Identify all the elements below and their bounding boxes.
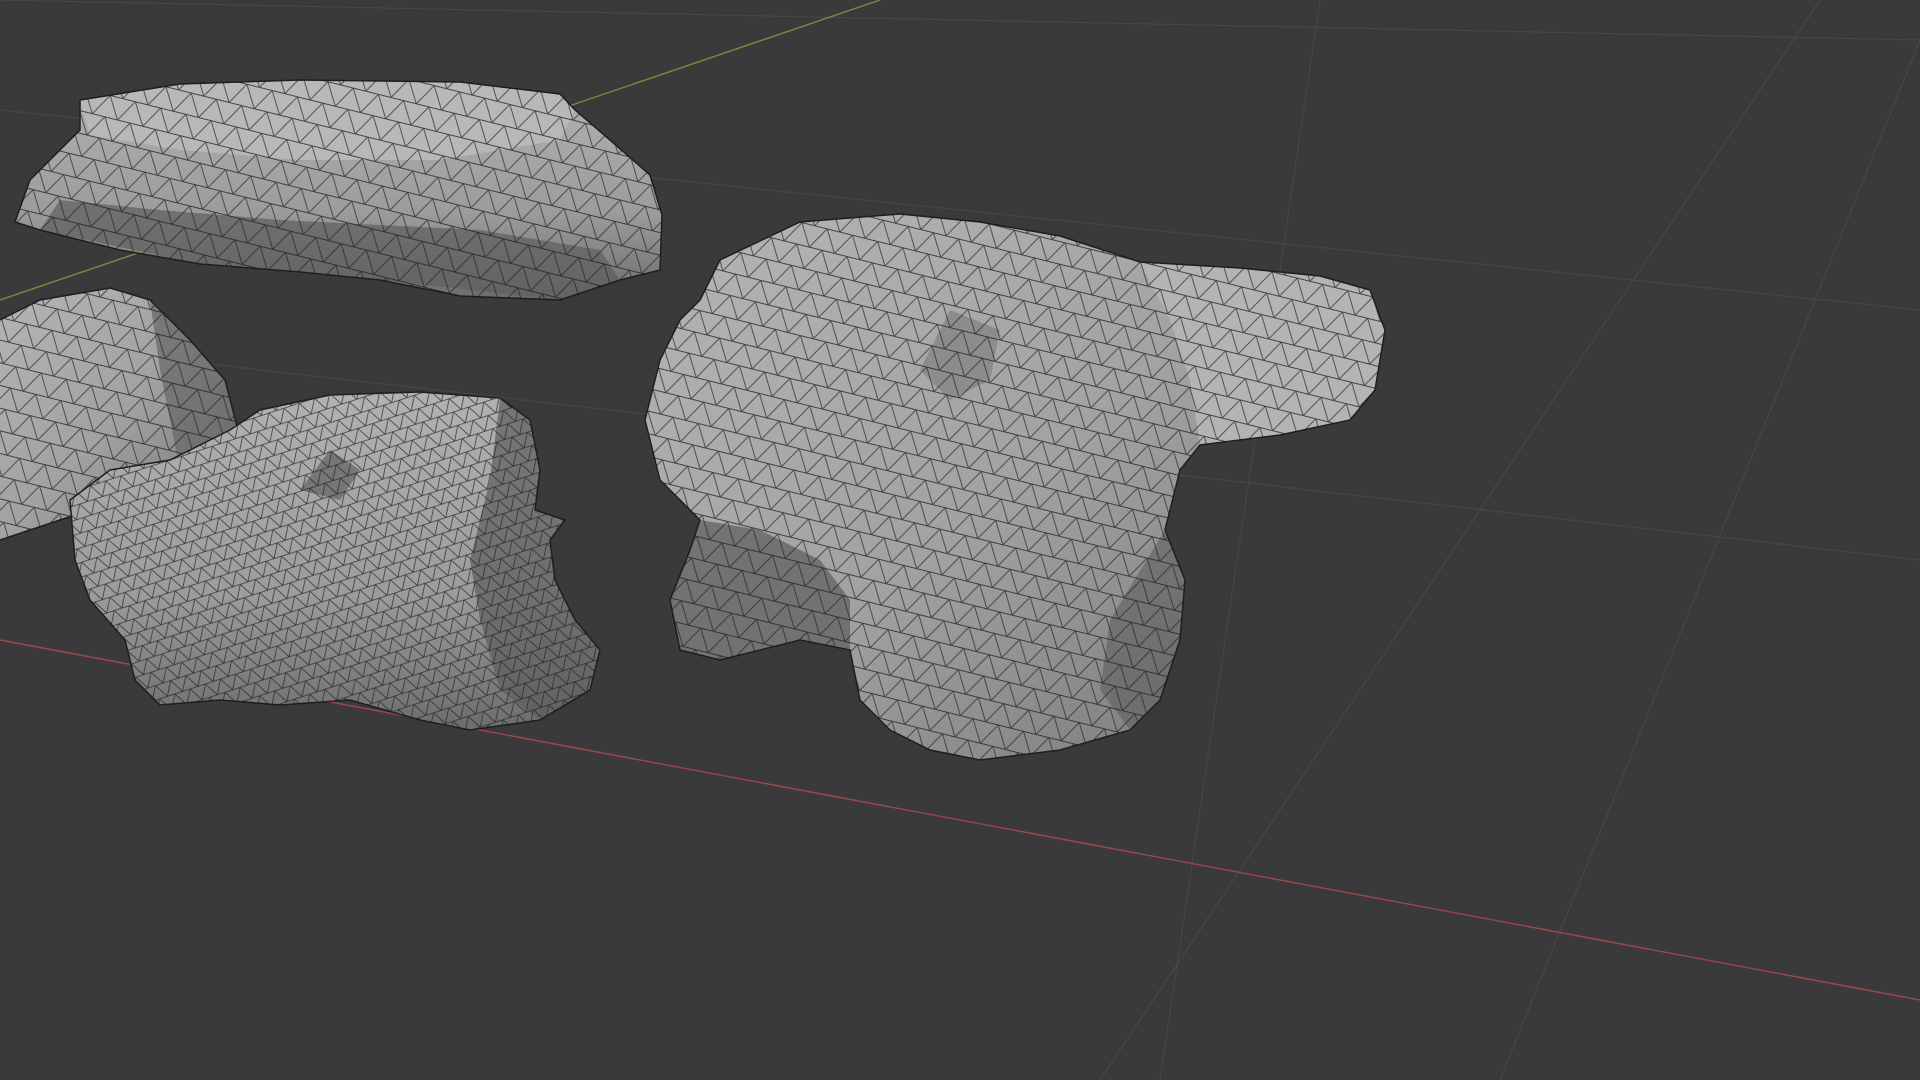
flat-slab-rock[interactable]: [14, 79, 663, 301]
3d-viewport[interactable]: [0, 0, 1920, 1080]
large-rock-cluster-right[interactable]: [644, 213, 1386, 761]
viewport-scene[interactable]: [0, 0, 1920, 1080]
